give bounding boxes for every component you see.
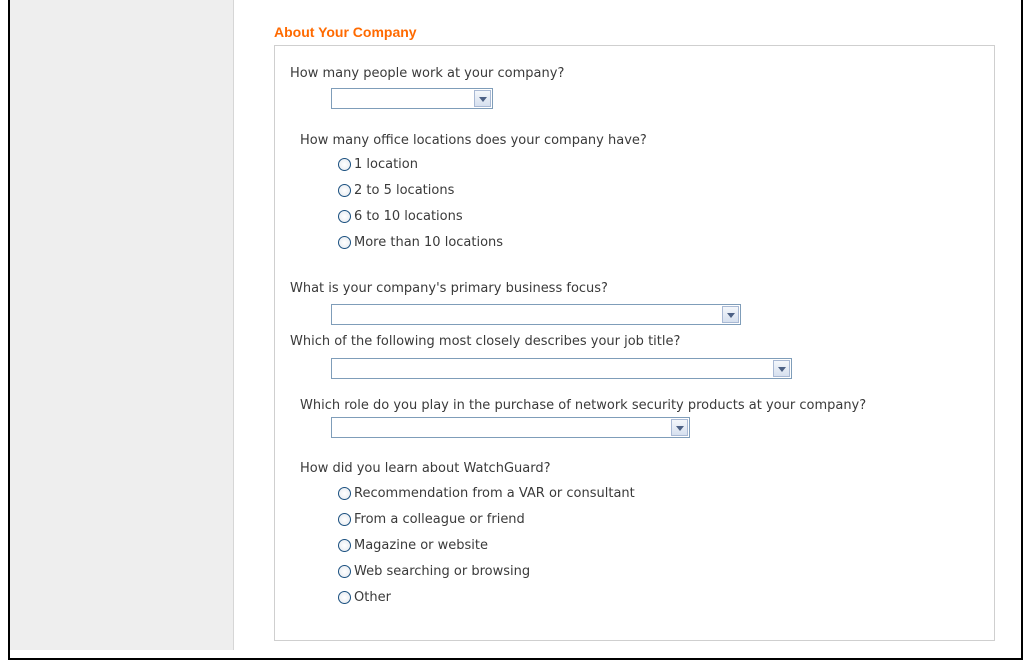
section-title: About Your Company: [274, 24, 417, 40]
learned-option-4-label: Web searching or browsing: [354, 564, 531, 579]
radio-button-icon[interactable]: [338, 487, 351, 500]
learned-option-3[interactable]: Magazine or website: [338, 538, 488, 553]
chevron-down-icon[interactable]: [671, 419, 688, 436]
purchase-role-select[interactable]: [331, 417, 690, 438]
employees-select[interactable]: [331, 88, 493, 109]
locations-option-4[interactable]: More than 10 locations: [338, 235, 503, 250]
radio-button-icon[interactable]: [338, 158, 351, 171]
radio-button-icon[interactable]: [338, 513, 351, 526]
locations-option-3-label: 6 to 10 locations: [354, 209, 463, 224]
learned-option-3-label: Magazine or website: [354, 538, 488, 553]
radio-button-icon[interactable]: [338, 184, 351, 197]
locations-label: How many office locations does your comp…: [300, 133, 647, 148]
learned-option-2-label: From a colleague or friend: [354, 512, 525, 527]
learned-label: How did you learn about WatchGuard?: [300, 461, 551, 476]
learned-option-2[interactable]: From a colleague or friend: [338, 512, 525, 527]
locations-option-2[interactable]: 2 to 5 locations: [338, 183, 454, 198]
radio-button-icon[interactable]: [338, 210, 351, 223]
learned-option-1[interactable]: Recommendation from a VAR or consultant: [338, 486, 635, 501]
locations-option-4-label: More than 10 locations: [354, 235, 504, 250]
locations-option-1[interactable]: 1 location: [338, 157, 418, 172]
learned-option-1-label: Recommendation from a VAR or consultant: [354, 486, 635, 501]
radio-button-icon[interactable]: [338, 236, 351, 249]
radio-button-icon[interactable]: [338, 539, 351, 552]
job-title-select[interactable]: [331, 358, 792, 379]
learned-option-4[interactable]: Web searching or browsing: [338, 564, 530, 579]
chevron-down-icon[interactable]: [773, 360, 790, 377]
locations-option-2-label: 2 to 5 locations: [354, 183, 455, 198]
radio-button-icon[interactable]: [338, 565, 351, 578]
business-focus-label: What is your company's primary business …: [290, 281, 608, 296]
chevron-down-icon[interactable]: [474, 90, 491, 107]
job-title-label: Which of the following most closely desc…: [290, 334, 681, 349]
left-sidebar: [10, 0, 234, 650]
locations-option-1-label: 1 location: [354, 157, 418, 172]
radio-button-icon[interactable]: [338, 591, 351, 604]
purchase-role-label: Which role do you play in the purchase o…: [300, 398, 867, 413]
employees-label: How many people work at your company?: [290, 66, 565, 81]
learned-option-5-label: Other: [354, 590, 391, 605]
learned-option-5[interactable]: Other: [338, 590, 391, 605]
locations-option-3[interactable]: 6 to 10 locations: [338, 209, 463, 224]
chevron-down-icon[interactable]: [722, 306, 739, 323]
business-focus-select[interactable]: [331, 304, 741, 325]
